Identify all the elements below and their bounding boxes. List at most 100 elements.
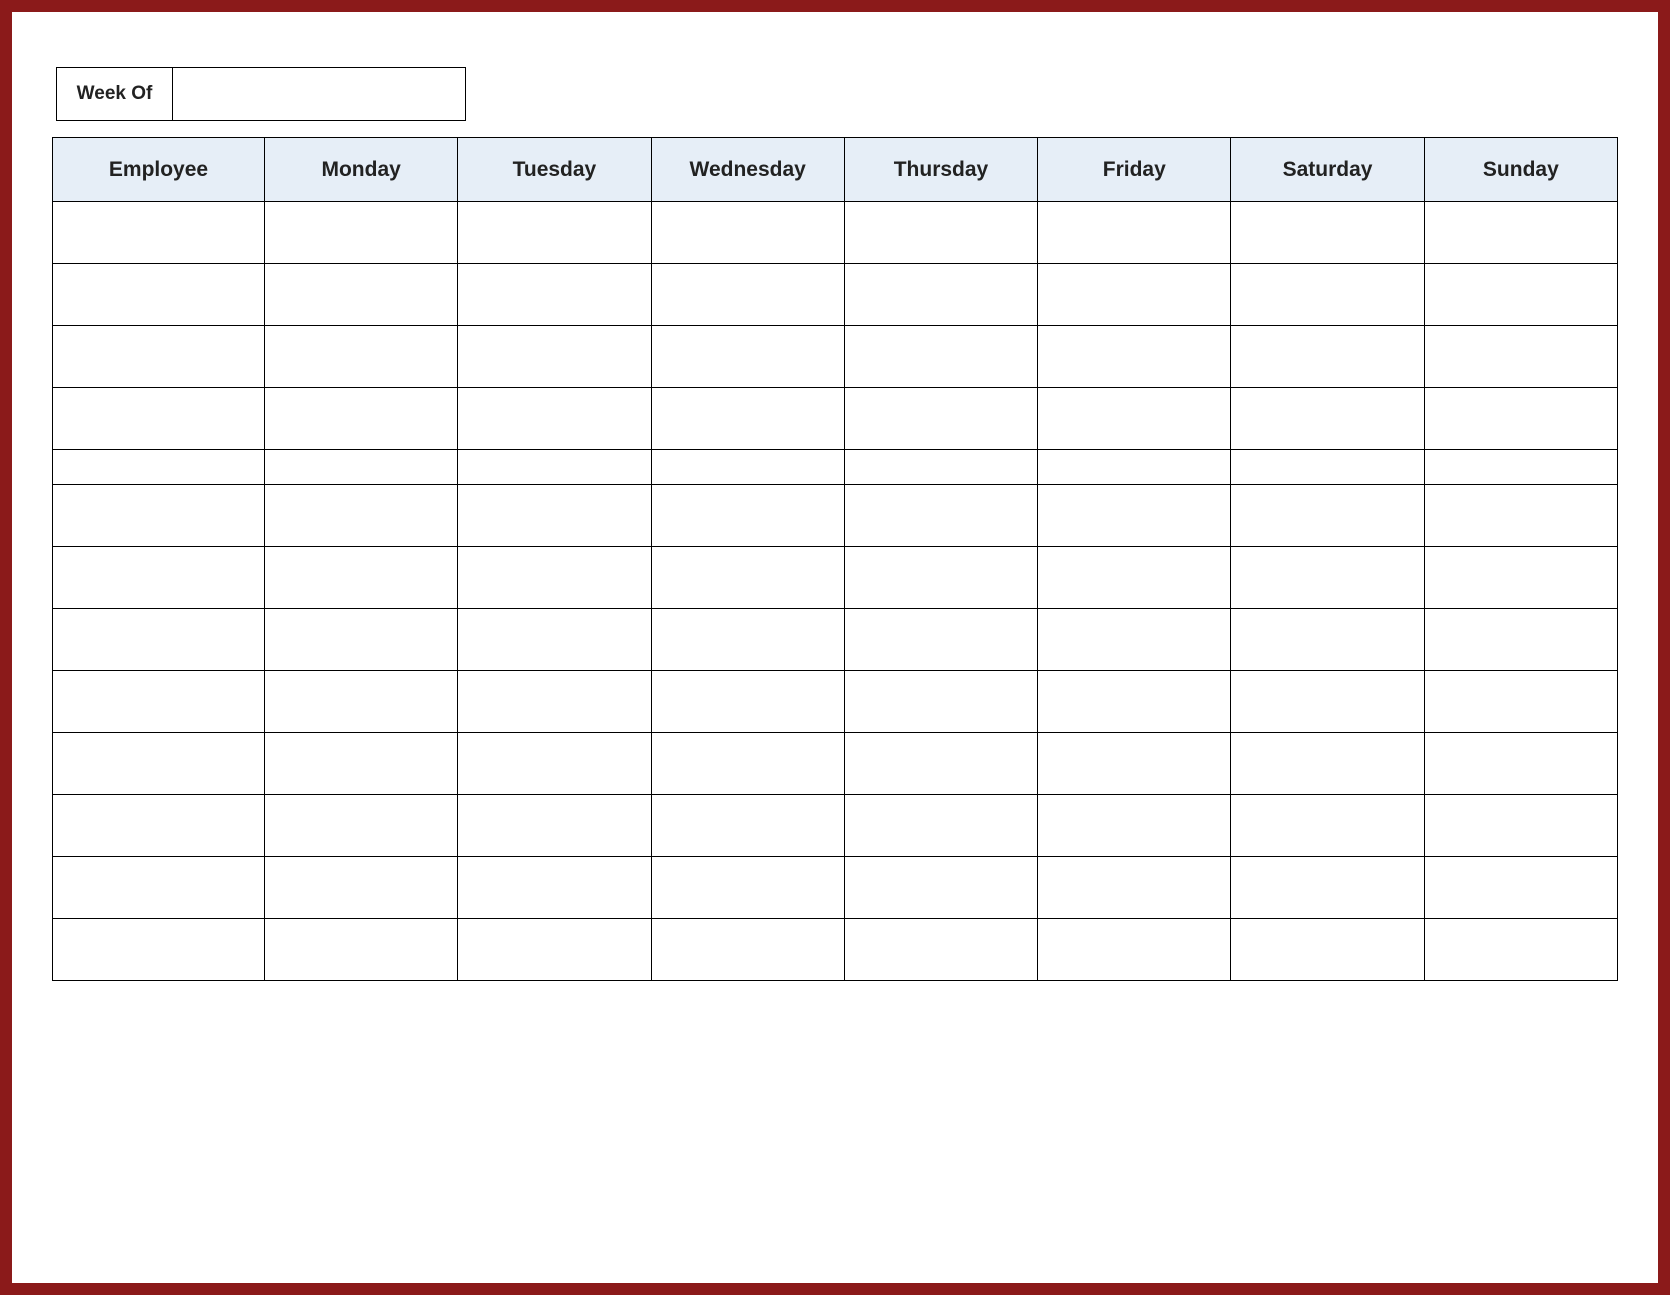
cell-tuesday[interactable] — [458, 326, 651, 388]
cell-tuesday[interactable] — [458, 388, 651, 450]
cell-tuesday[interactable] — [458, 264, 651, 326]
cell-employee[interactable] — [53, 919, 265, 981]
cell-employee[interactable] — [53, 857, 265, 919]
cell-wednesday[interactable] — [651, 857, 844, 919]
cell-saturday[interactable] — [1231, 547, 1424, 609]
cell-friday[interactable] — [1038, 388, 1231, 450]
cell-monday[interactable] — [265, 795, 458, 857]
cell-tuesday[interactable] — [458, 547, 651, 609]
cell-wednesday[interactable] — [651, 485, 844, 547]
cell-employee[interactable] — [53, 326, 265, 388]
cell-employee[interactable] — [53, 202, 265, 264]
cell-wednesday[interactable] — [651, 733, 844, 795]
cell-thursday[interactable] — [844, 264, 1037, 326]
cell-sunday[interactable] — [1424, 671, 1617, 733]
cell-employee[interactable] — [53, 671, 265, 733]
cell-wednesday[interactable] — [651, 671, 844, 733]
cell-tuesday[interactable] — [458, 202, 651, 264]
cell-tuesday[interactable] — [458, 857, 651, 919]
cell-tuesday[interactable] — [458, 795, 651, 857]
cell-saturday[interactable] — [1231, 264, 1424, 326]
cell-friday[interactable] — [1038, 485, 1231, 547]
header-wednesday: Wednesday — [651, 138, 844, 202]
cell-sunday[interactable] — [1424, 733, 1617, 795]
cell-employee[interactable] — [53, 388, 265, 450]
cell-saturday[interactable] — [1231, 795, 1424, 857]
cell-thursday[interactable] — [844, 733, 1037, 795]
cell-sunday[interactable] — [1424, 485, 1617, 547]
cell-tuesday[interactable] — [458, 671, 651, 733]
cell-friday[interactable] — [1038, 733, 1231, 795]
cell-monday[interactable] — [265, 202, 458, 264]
cell-monday[interactable] — [265, 857, 458, 919]
cell-friday[interactable] — [1038, 919, 1231, 981]
cell-friday[interactable] — [1038, 202, 1231, 264]
schedule-body — [53, 202, 1618, 981]
cell-saturday[interactable] — [1231, 857, 1424, 919]
cell-monday[interactable] — [265, 388, 458, 450]
cell-monday[interactable] — [265, 326, 458, 388]
cell-wednesday[interactable] — [651, 202, 844, 264]
cell-employee[interactable] — [53, 485, 265, 547]
cell-employee[interactable] — [53, 733, 265, 795]
cell-employee[interactable] — [53, 795, 265, 857]
cell-sunday[interactable] — [1424, 919, 1617, 981]
cell-thursday[interactable] — [844, 485, 1037, 547]
cell-thursday[interactable] — [844, 202, 1037, 264]
cell-monday[interactable] — [265, 671, 458, 733]
cell-thursday[interactable] — [844, 326, 1037, 388]
cell-wednesday[interactable] — [651, 264, 844, 326]
cell-friday[interactable] — [1038, 795, 1231, 857]
cell-sunday[interactable] — [1424, 264, 1617, 326]
cell-tuesday[interactable] — [458, 733, 651, 795]
cell-saturday[interactable] — [1231, 609, 1424, 671]
cell-saturday[interactable] — [1231, 733, 1424, 795]
cell-monday[interactable] — [265, 264, 458, 326]
cell-thursday[interactable] — [844, 795, 1037, 857]
cell-friday[interactable] — [1038, 326, 1231, 388]
cell-saturday[interactable] — [1231, 485, 1424, 547]
cell-friday[interactable] — [1038, 264, 1231, 326]
cell-sunday[interactable] — [1424, 202, 1617, 264]
cell-thursday[interactable] — [844, 919, 1037, 981]
cell-saturday[interactable] — [1231, 326, 1424, 388]
cell-sunday[interactable] — [1424, 857, 1617, 919]
cell-wednesday[interactable] — [651, 919, 844, 981]
cell-monday[interactable] — [265, 733, 458, 795]
cell-thursday[interactable] — [844, 547, 1037, 609]
cell-friday[interactable] — [1038, 609, 1231, 671]
cell-monday[interactable] — [265, 485, 458, 547]
cell-sunday[interactable] — [1424, 609, 1617, 671]
cell-sunday[interactable] — [1424, 795, 1617, 857]
cell-thursday[interactable] — [844, 388, 1037, 450]
cell-saturday[interactable] — [1231, 671, 1424, 733]
cell-employee[interactable] — [53, 547, 265, 609]
cell-monday[interactable] — [265, 919, 458, 981]
cell-wednesday[interactable] — [651, 795, 844, 857]
cell-friday[interactable] — [1038, 671, 1231, 733]
cell-sunday[interactable] — [1424, 388, 1617, 450]
cell-saturday[interactable] — [1231, 919, 1424, 981]
cell-friday[interactable] — [1038, 857, 1231, 919]
cell-friday[interactable] — [1038, 547, 1231, 609]
cell-sunday[interactable] — [1424, 326, 1617, 388]
cell-wednesday[interactable] — [651, 547, 844, 609]
cell-employee[interactable] — [53, 264, 265, 326]
cell-wednesday[interactable] — [651, 326, 844, 388]
cell-thursday[interactable] — [844, 609, 1037, 671]
cell-tuesday[interactable] — [458, 919, 651, 981]
cell-tuesday[interactable] — [458, 609, 651, 671]
cell-wednesday[interactable] — [651, 609, 844, 671]
cell-saturday[interactable] — [1231, 388, 1424, 450]
cell-thursday[interactable] — [844, 671, 1037, 733]
cell-thursday[interactable] — [844, 857, 1037, 919]
cell-sunday[interactable] — [1424, 547, 1617, 609]
cell-monday[interactable] — [265, 547, 458, 609]
header-tuesday: Tuesday — [458, 138, 651, 202]
cell-monday[interactable] — [265, 609, 458, 671]
week-of-value[interactable] — [173, 68, 465, 120]
cell-employee[interactable] — [53, 609, 265, 671]
cell-tuesday[interactable] — [458, 485, 651, 547]
cell-wednesday[interactable] — [651, 388, 844, 450]
cell-saturday[interactable] — [1231, 202, 1424, 264]
